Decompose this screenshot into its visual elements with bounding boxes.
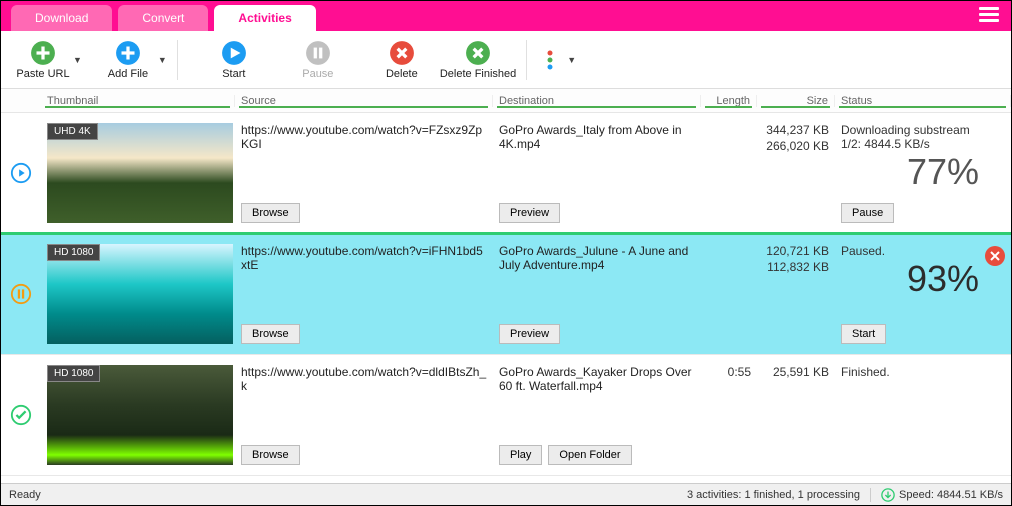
source-url: https://www.youtube.com/watch?v=dldIBtsZ… — [241, 365, 487, 397]
status-text: Finished. — [841, 365, 979, 379]
status-text: Paused. — [841, 244, 979, 258]
plus-blue-icon — [115, 40, 141, 66]
pause-button: Pause — [290, 40, 346, 80]
col-length[interactable]: Length — [701, 95, 757, 107]
close-row-button[interactable] — [985, 246, 1005, 266]
tab-download[interactable]: Download — [11, 5, 112, 31]
start-button[interactable]: Start — [206, 40, 262, 80]
done-indicator-icon — [10, 404, 32, 426]
size-primary: 120,721 KB — [766, 244, 829, 260]
more-options-button[interactable]: ▼ — [537, 47, 576, 73]
activity-row[interactable]: UHD 4K https://www.youtube.com/watch?v=F… — [1, 113, 1011, 234]
row-action-button[interactable]: Start — [841, 324, 886, 344]
progress-percent: 93% — [841, 258, 979, 300]
traffic-light-icon — [537, 47, 563, 73]
browse-button[interactable]: Browse — [241, 445, 300, 465]
destination-filename: GoPro Awards_Italy from Above in 4K.mp4 — [499, 123, 695, 155]
hamburger-menu-icon[interactable] — [979, 4, 1003, 28]
col-thumbnail[interactable]: Thumbnail — [41, 95, 235, 107]
add-file-dropdown[interactable]: ▼ — [158, 55, 167, 65]
size-primary: 25,591 KB — [773, 365, 829, 381]
length-value — [701, 240, 757, 348]
tab-convert[interactable]: Convert — [118, 5, 208, 31]
source-url: https://www.youtube.com/watch?v=FZsxz9Zp… — [241, 123, 487, 155]
quality-badge: HD 1080 — [47, 244, 100, 261]
thumbnail-image: HD 1080 — [47, 244, 233, 344]
tab-bar: Download Convert Activities — [1, 1, 1011, 31]
progress-percent: 77% — [841, 151, 979, 193]
destination-filename: GoPro Awards_Julune - A June and July Ad… — [499, 244, 695, 276]
download-speed-icon — [881, 488, 895, 502]
browse-button[interactable]: Browse — [241, 324, 300, 344]
thumbnail-image: HD 1080 — [47, 365, 233, 465]
delete-check-icon — [465, 40, 491, 66]
open-folder-button[interactable]: Open Folder — [548, 445, 631, 465]
quality-badge: HD 1080 — [47, 365, 100, 382]
play-icon — [221, 40, 247, 66]
browse-button[interactable]: Browse — [241, 203, 300, 223]
delete-x-icon — [389, 40, 415, 66]
col-destination[interactable]: Destination — [493, 95, 701, 107]
activity-row[interactable]: HD 1080 https://www.youtube.com/watch?v=… — [1, 355, 1011, 476]
row-action-button[interactable]: Pause — [841, 203, 894, 223]
play-button[interactable]: Play — [499, 445, 542, 465]
destination-filename: GoPro Awards_Kayaker Drops Over 60 ft. W… — [499, 365, 695, 397]
quality-badge: UHD 4K — [47, 123, 98, 140]
paused-indicator-icon — [10, 283, 32, 305]
thumbnail-image: UHD 4K — [47, 123, 233, 223]
column-header-row: Thumbnail Source Destination Length Size… — [1, 89, 1011, 113]
delete-finished-button[interactable]: Delete Finished — [440, 40, 516, 80]
preview-button[interactable]: Preview — [499, 203, 560, 223]
toolbar: Paste URL ▼ Add File ▼ Start Pause Delet… — [1, 31, 1011, 89]
status-text: Downloading substream 1/2: 4844.5 KB/s — [841, 123, 979, 151]
playing-indicator-icon — [10, 162, 32, 184]
add-file-button[interactable]: Add File — [100, 40, 156, 80]
length-value: 0:55 — [701, 361, 757, 469]
status-bar: Ready 3 activities: 1 finished, 1 proces… — [1, 483, 1011, 505]
col-status[interactable]: Status — [835, 95, 1011, 107]
activity-list: UHD 4K https://www.youtube.com/watch?v=F… — [1, 113, 1011, 483]
preview-button[interactable]: Preview — [499, 324, 560, 344]
status-activities: 3 activities: 1 finished, 1 processing — [687, 489, 860, 501]
delete-button[interactable]: Delete — [374, 40, 430, 80]
paste-url-dropdown[interactable]: ▼ — [73, 55, 82, 65]
col-size[interactable]: Size — [757, 95, 835, 107]
size-primary: 344,237 KB — [766, 123, 829, 139]
length-value — [701, 119, 757, 227]
activity-row[interactable]: HD 1080 https://www.youtube.com/watch?v=… — [1, 234, 1011, 355]
col-source[interactable]: Source — [235, 95, 493, 107]
size-secondary: 112,832 KB — [767, 260, 829, 276]
tab-activities[interactable]: Activities — [214, 5, 315, 31]
status-speed: Speed: 4844.51 KB/s — [899, 489, 1003, 501]
pause-icon — [305, 40, 331, 66]
plus-green-icon — [30, 40, 56, 66]
size-secondary: 266,020 KB — [766, 139, 829, 155]
source-url: https://www.youtube.com/watch?v=iFHN1bd5… — [241, 244, 487, 276]
status-ready: Ready — [9, 489, 41, 501]
paste-url-button[interactable]: Paste URL — [15, 40, 71, 80]
